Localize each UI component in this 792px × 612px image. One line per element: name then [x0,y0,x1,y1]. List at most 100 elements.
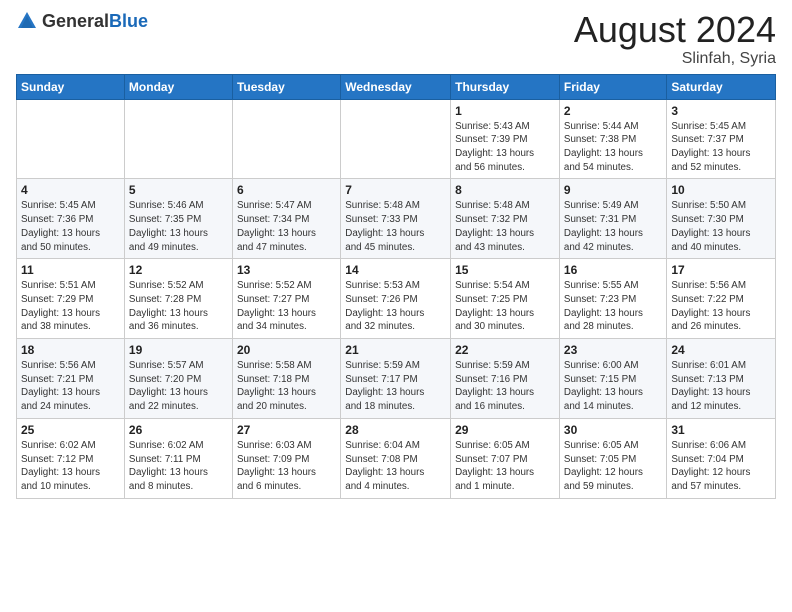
day-number: 8 [455,183,555,197]
logo-general: General [42,11,109,31]
day-info: Sunrise: 5:54 AM Sunset: 7:25 PM Dayligh… [455,279,555,334]
day-number: 29 [455,423,555,437]
calendar-cell: 3 Sunrise: 5:45 AM Sunset: 7:37 PM Daylig… [667,99,776,179]
day-info: Sunrise: 6:05 AM Sunset: 7:07 PM Dayligh… [455,439,555,494]
logo-text: GeneralBlue [42,11,148,32]
calendar-cell: 28 Sunrise: 6:04 AM Sunset: 7:08 PM Dayli… [341,418,451,498]
weekday-header: Sunday [17,74,125,99]
calendar-cell: 8 Sunrise: 5:48 AM Sunset: 7:32 PM Daylig… [451,179,560,259]
day-info: Sunrise: 5:52 AM Sunset: 7:28 PM Dayligh… [129,279,228,334]
day-info: Sunrise: 5:46 AM Sunset: 7:35 PM Dayligh… [129,199,228,254]
day-number: 11 [21,263,120,277]
calendar-cell: 11 Sunrise: 5:51 AM Sunset: 7:29 PM Dayli… [17,259,125,339]
calendar-cell: 10Sunrise: 5:50 AM Sunset: 7:30 PM Dayli… [667,179,776,259]
calendar-cell: 17 Sunrise: 5:56 AM Sunset: 7:22 PM Dayli… [667,259,776,339]
calendar-cell: 15 Sunrise: 5:54 AM Sunset: 7:25 PM Dayli… [451,259,560,339]
calendar-week-row: 1 Sunrise: 5:43 AM Sunset: 7:39 PM Daylig… [17,99,776,179]
day-number: 25 [21,423,120,437]
calendar-cell: 12 Sunrise: 5:52 AM Sunset: 7:28 PM Dayli… [124,259,232,339]
day-info: Sunrise: 5:56 AM Sunset: 7:22 PM Dayligh… [671,279,771,334]
weekday-header: Tuesday [232,74,340,99]
calendar-cell: 14Sunrise: 5:53 AM Sunset: 7:26 PM Dayli… [341,259,451,339]
day-info: Sunrise: 5:56 AM Sunset: 7:21 PM Dayligh… [21,359,120,414]
title-block: August 2024 Slinfah, Syria [574,10,776,68]
day-info: Sunrise: 6:04 AM Sunset: 7:08 PM Dayligh… [345,439,446,494]
day-info: Sunrise: 5:49 AM Sunset: 7:31 PM Dayligh… [564,199,662,254]
day-number: 21 [345,343,446,357]
day-info: Sunrise: 5:57 AM Sunset: 7:20 PM Dayligh… [129,359,228,414]
day-info: Sunrise: 5:48 AM Sunset: 7:33 PM Dayligh… [345,199,446,254]
day-info: Sunrise: 5:48 AM Sunset: 7:32 PM Dayligh… [455,199,555,254]
day-number: 2 [564,104,662,118]
main-title: August 2024 [574,10,776,50]
day-info: Sunrise: 5:45 AM Sunset: 7:37 PM Dayligh… [671,120,771,175]
day-number: 30 [564,423,662,437]
calendar-week-row: 11 Sunrise: 5:51 AM Sunset: 7:29 PM Dayli… [17,259,776,339]
calendar-cell: 18Sunrise: 5:56 AM Sunset: 7:21 PM Dayli… [17,339,125,419]
calendar-cell: 2 Sunrise: 5:44 AM Sunset: 7:38 PM Daylig… [559,99,666,179]
day-info: Sunrise: 5:45 AM Sunset: 7:36 PM Dayligh… [21,199,120,254]
calendar-cell: 21 Sunrise: 5:59 AM Sunset: 7:17 PM Dayli… [341,339,451,419]
calendar-cell [232,99,340,179]
calendar-cell: 4 Sunrise: 5:45 AM Sunset: 7:36 PM Daylig… [17,179,125,259]
day-number: 24 [671,343,771,357]
day-number: 15 [455,263,555,277]
calendar-cell: 30 Sunrise: 6:05 AM Sunset: 7:05 PM Dayli… [559,418,666,498]
weekday-header: Friday [559,74,666,99]
calendar-week-row: 18Sunrise: 5:56 AM Sunset: 7:21 PM Dayli… [17,339,776,419]
day-number: 10 [671,183,771,197]
calendar-cell: 25 Sunrise: 6:02 AM Sunset: 7:12 PM Dayli… [17,418,125,498]
calendar-cell: 13 Sunrise: 5:52 AM Sunset: 7:27 PM Dayli… [232,259,340,339]
day-info: Sunrise: 5:47 AM Sunset: 7:34 PM Dayligh… [237,199,336,254]
day-number: 23 [564,343,662,357]
weekday-header-row: SundayMondayTuesdayWednesdayThursdayFrid… [17,74,776,99]
calendar-cell: 16 Sunrise: 5:55 AM Sunset: 7:23 PM Dayli… [559,259,666,339]
calendar-cell: 7 Sunrise: 5:48 AM Sunset: 7:33 PM Daylig… [341,179,451,259]
day-number: 9 [564,183,662,197]
day-info: Sunrise: 5:59 AM Sunset: 7:17 PM Dayligh… [345,359,446,414]
day-number: 6 [237,183,336,197]
day-info: Sunrise: 5:43 AM Sunset: 7:39 PM Dayligh… [455,120,555,175]
calendar-cell: 22Sunrise: 5:59 AM Sunset: 7:16 PM Dayli… [451,339,560,419]
day-number: 4 [21,183,120,197]
weekday-header: Thursday [451,74,560,99]
calendar-week-row: 4 Sunrise: 5:45 AM Sunset: 7:36 PM Daylig… [17,179,776,259]
day-info: Sunrise: 6:06 AM Sunset: 7:04 PM Dayligh… [671,439,771,494]
day-info: Sunrise: 6:00 AM Sunset: 7:15 PM Dayligh… [564,359,662,414]
day-number: 20 [237,343,336,357]
day-info: Sunrise: 5:58 AM Sunset: 7:18 PM Dayligh… [237,359,336,414]
calendar-cell: 23 Sunrise: 6:00 AM Sunset: 7:15 PM Dayli… [559,339,666,419]
subtitle: Slinfah, Syria [574,50,776,68]
calendar-cell: 6 Sunrise: 5:47 AM Sunset: 7:34 PM Daylig… [232,179,340,259]
calendar-cell: 26Sunrise: 6:02 AM Sunset: 7:11 PM Dayli… [124,418,232,498]
day-info: Sunrise: 6:02 AM Sunset: 7:12 PM Dayligh… [21,439,120,494]
day-info: Sunrise: 6:03 AM Sunset: 7:09 PM Dayligh… [237,439,336,494]
calendar-cell: 1 Sunrise: 5:43 AM Sunset: 7:39 PM Daylig… [451,99,560,179]
day-number: 13 [237,263,336,277]
day-number: 3 [671,104,771,118]
logo-blue: Blue [109,11,148,31]
day-number: 7 [345,183,446,197]
day-number: 17 [671,263,771,277]
header: GeneralBlue August 2024 Slinfah, Syria [16,10,776,68]
calendar-cell: 9 Sunrise: 5:49 AM Sunset: 7:31 PM Daylig… [559,179,666,259]
day-info: Sunrise: 5:44 AM Sunset: 7:38 PM Dayligh… [564,120,662,175]
day-number: 16 [564,263,662,277]
day-number: 12 [129,263,228,277]
calendar-cell: 29 Sunrise: 6:05 AM Sunset: 7:07 PM Dayli… [451,418,560,498]
page: GeneralBlue August 2024 Slinfah, Syria S… [0,0,792,612]
weekday-header: Monday [124,74,232,99]
day-info: Sunrise: 5:52 AM Sunset: 7:27 PM Dayligh… [237,279,336,334]
day-info: Sunrise: 5:51 AM Sunset: 7:29 PM Dayligh… [21,279,120,334]
weekday-header: Wednesday [341,74,451,99]
calendar-cell [124,99,232,179]
logo: GeneralBlue [16,10,148,32]
calendar-cell [341,99,451,179]
day-number: 28 [345,423,446,437]
day-info: Sunrise: 5:59 AM Sunset: 7:16 PM Dayligh… [455,359,555,414]
day-info: Sunrise: 6:01 AM Sunset: 7:13 PM Dayligh… [671,359,771,414]
calendar-cell: 27Sunrise: 6:03 AM Sunset: 7:09 PM Dayli… [232,418,340,498]
day-info: Sunrise: 5:55 AM Sunset: 7:23 PM Dayligh… [564,279,662,334]
day-number: 1 [455,104,555,118]
day-info: Sunrise: 6:05 AM Sunset: 7:05 PM Dayligh… [564,439,662,494]
